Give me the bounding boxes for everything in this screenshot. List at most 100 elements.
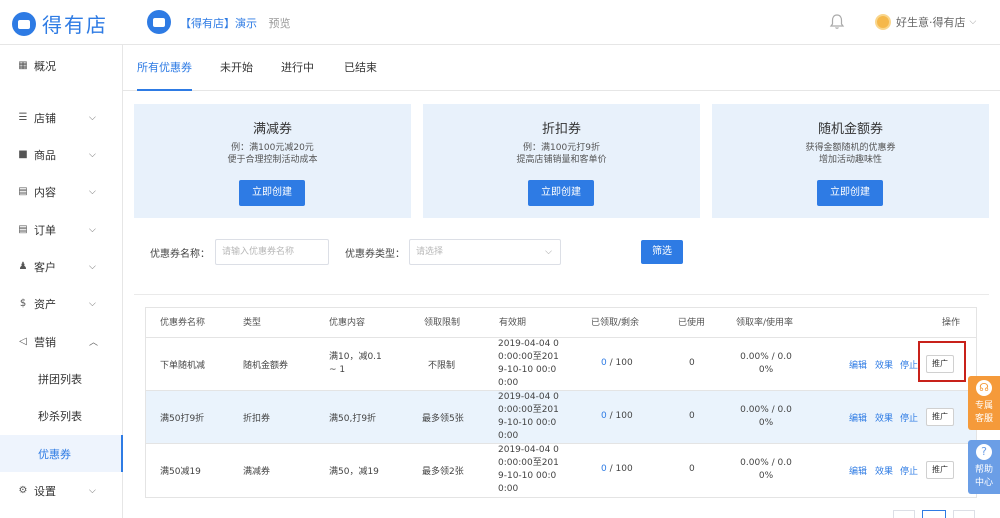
- tab-in-progress[interactable]: 进行中: [281, 45, 314, 91]
- promote-button[interactable]: 推广: [926, 461, 954, 479]
- cell-claimed: 0 / 100: [601, 411, 633, 421]
- question-icon: ?: [976, 444, 992, 460]
- card-title: 随机金额券: [817, 122, 883, 137]
- sidebar-sub-label: 优惠券: [38, 447, 71, 461]
- customer-service-button[interactable]: ☊ 专属 客服: [968, 376, 1000, 430]
- help-center-button[interactable]: ? 帮助 中心: [968, 440, 1000, 494]
- col-header-claimed: 已领取/剩余: [591, 318, 640, 328]
- chevron-down-icon: ⌵: [89, 485, 96, 496]
- sidebar-sub-flash-sale[interactable]: 秒杀列表: [0, 397, 123, 434]
- user-menu[interactable]: 好生意·得有店 ⌵: [875, 14, 976, 30]
- col-header-rate: 领取率/使用率: [736, 318, 794, 328]
- promote-button[interactable]: 推广: [926, 408, 954, 426]
- sidebar-sub-group-buy[interactable]: 拼团列表: [0, 360, 123, 397]
- tab-not-started[interactable]: 未开始: [220, 45, 253, 91]
- coupon-table: 优惠券名称 类型 优惠内容 领取限制 有效期 已领取/剩余 已使用 领取率/使用…: [145, 307, 977, 498]
- filter-button[interactable]: 筛选: [641, 240, 683, 264]
- card-discount: 折扣券 例：满100元打9折 提高店铺销量和客单价 立即创建: [423, 104, 700, 218]
- col-header-type: 类型: [243, 318, 262, 328]
- brand-logo[interactable]: 得有店: [12, 9, 108, 38]
- stop-link[interactable]: 停止: [900, 464, 918, 477]
- sidebar-item-marketing[interactable]: ◁ 营销 ︿: [0, 323, 123, 360]
- cell-rate-line: 0.00% / 0.0: [740, 352, 792, 362]
- edit-link[interactable]: 编辑: [849, 358, 867, 371]
- chevron-down-icon: ⌵: [89, 298, 96, 309]
- pager-next[interactable]: [953, 510, 975, 518]
- sidebar-item-overview[interactable]: ▦ 概况: [0, 47, 123, 84]
- card-description: 获得金额随机的优惠券 增加活动趣味性: [712, 142, 989, 166]
- cell-rate-line: 0%: [758, 471, 774, 481]
- coupon-type-select[interactable]: 请选择 ⌵: [409, 239, 561, 265]
- headset-icon: ☊: [976, 380, 992, 396]
- create-full-reduction-button[interactable]: 立即创建: [239, 180, 305, 206]
- cell-used: 0: [689, 464, 695, 474]
- shop-title: 【得有店】演示 预览: [180, 15, 291, 31]
- cell-type: 随机金额券: [243, 361, 289, 371]
- shop-avatar-icon: [147, 10, 171, 34]
- chevron-down-icon: ⌵: [545, 247, 552, 257]
- cell-limit: 最多领5张: [422, 414, 464, 424]
- sidebar-item-content[interactable]: ▤ 内容 ⌵: [0, 173, 123, 210]
- tab-all-coupons[interactable]: 所有优惠券: [137, 45, 192, 91]
- card-desc-line: 增加活动趣味性: [818, 155, 882, 165]
- cell-validity-line: 9-10-10 00:0: [498, 471, 557, 481]
- remaining-count: / 100: [609, 411, 633, 421]
- col-header-limit: 领取限制: [424, 318, 461, 328]
- sidebar-item-store[interactable]: ☰ 店铺 ⌵: [0, 99, 123, 136]
- edit-link[interactable]: 编辑: [849, 411, 867, 424]
- sidebar-item-label: 设置: [34, 484, 56, 498]
- sidebar-item-label: 概况: [34, 59, 56, 73]
- create-random-amount-button[interactable]: 立即创建: [817, 180, 883, 206]
- cell-content-line: 满10，减0.1: [329, 352, 382, 362]
- cell-validity-line: 9-10-10 00:0: [498, 365, 557, 375]
- sidebar-item-products[interactable]: ■ 商品 ⌵: [0, 136, 123, 173]
- cell-content: 满50，减19: [329, 464, 379, 477]
- cell-used: 0: [689, 358, 695, 368]
- sidebar-item-customers[interactable]: ♟ 客户 ⌵: [0, 248, 123, 285]
- sidebar-sub-label: 秒杀列表: [38, 409, 82, 423]
- sidebar-item-settings[interactable]: ⚙ 设置 ⌵: [0, 472, 123, 509]
- col-header-actions: 操作: [942, 318, 961, 328]
- pager-prev[interactable]: [893, 510, 915, 518]
- coupon-name-input[interactable]: 请输入优惠券名称: [215, 239, 329, 265]
- effect-link[interactable]: 效果: [875, 411, 893, 424]
- stop-link[interactable]: 停止: [900, 358, 918, 371]
- pager-current[interactable]: [922, 510, 946, 518]
- person-icon: ♟: [18, 261, 28, 272]
- cell-validity-line: 2019-04-04 0: [498, 339, 559, 349]
- table-row: 下单随机减 随机金额券 满10，减0.1 ~ 1 不限制 2019-04-04 …: [146, 338, 976, 391]
- stop-link[interactable]: 停止: [900, 411, 918, 424]
- card-full-reduction: 满减券 例：满100元减20元 便于合理控制活动成本 立即创建: [134, 104, 411, 218]
- cell-used: 0: [689, 411, 695, 421]
- card-description: 例：满100元减20元 便于合理控制活动成本: [134, 142, 411, 166]
- sidebar-item-label: 营销: [34, 335, 56, 349]
- cell-validity-line: 0:00: [498, 378, 519, 388]
- cell-content-line: 满50，减19: [329, 467, 379, 477]
- preview-link[interactable]: 预览: [269, 17, 291, 30]
- user-name: 好生意·得有店: [896, 16, 966, 29]
- cell-name: 下单随机减: [160, 361, 206, 371]
- sidebar-sub-coupons[interactable]: 优惠券: [0, 435, 123, 472]
- shop-name: 【得有店】演示: [180, 17, 257, 30]
- effect-link[interactable]: 效果: [875, 464, 893, 477]
- sidebar-item-assets[interactable]: $ 资产 ⌵: [0, 285, 123, 322]
- cell-rate: 0.00% / 0.0 0%: [736, 404, 796, 430]
- claimed-count[interactable]: 0: [601, 411, 607, 421]
- tab-ended[interactable]: 已结束: [344, 45, 377, 91]
- bell-icon[interactable]: [828, 13, 846, 31]
- cell-claimed: 0 / 100: [601, 464, 633, 474]
- claimed-count[interactable]: 0: [601, 464, 607, 474]
- create-discount-button[interactable]: 立即创建: [528, 180, 594, 206]
- main-content: 满减券 例：满100元减20元 便于合理控制活动成本 立即创建 折扣券 例：满1…: [123, 91, 1000, 518]
- section-divider: [134, 294, 989, 295]
- sidebar: ▦ 概况 ☰ 店铺 ⌵ ■ 商品 ⌵ ▤ 内容 ⌵ ▤ 订单 ⌵ ♟ 客户 ⌵ …: [0, 45, 123, 518]
- claimed-count[interactable]: 0: [601, 358, 607, 368]
- cell-limit: 不限制: [428, 361, 456, 371]
- cell-rate: 0.00% / 0.0 0%: [736, 351, 796, 377]
- effect-link[interactable]: 效果: [875, 358, 893, 371]
- edit-link[interactable]: 编辑: [849, 464, 867, 477]
- cell-content: 满10，减0.1 ~ 1: [329, 351, 382, 377]
- service-label-line: 专属: [974, 401, 993, 411]
- sidebar-item-label: 内容: [34, 185, 56, 199]
- sidebar-item-orders[interactable]: ▤ 订单 ⌵: [0, 211, 123, 248]
